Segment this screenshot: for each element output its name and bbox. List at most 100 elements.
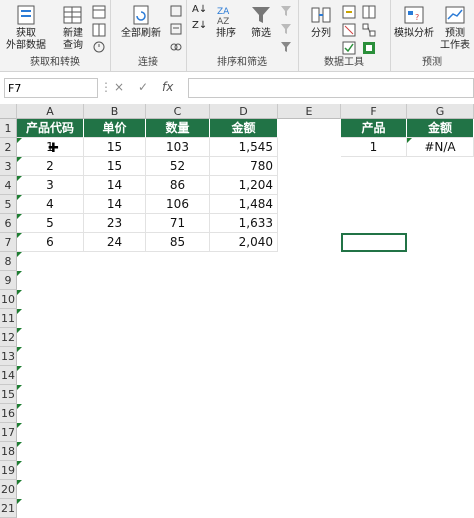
row-header-9[interactable]: 9 (0, 271, 17, 290)
from-table-icon[interactable] (92, 23, 106, 37)
cancel-icon[interactable]: × (114, 80, 124, 94)
enter-icon[interactable]: ✓ (138, 80, 148, 94)
row-header-12[interactable]: 12 (0, 328, 17, 347)
new-query-button[interactable]: 新建 查询 (56, 4, 90, 52)
table1-cell[interactable]: 5 (17, 214, 84, 233)
table1-cell[interactable]: 106 (146, 195, 210, 214)
table1-cell[interactable]: 15 (84, 138, 146, 157)
error-indicator-icon (17, 138, 22, 143)
row-header-17[interactable]: 17 (0, 423, 17, 442)
row-header-16[interactable]: 16 (0, 404, 17, 423)
row-header-15[interactable]: 15 (0, 385, 17, 404)
consolidate-icon[interactable] (362, 5, 376, 19)
table1-cell[interactable]: 23 (84, 214, 146, 233)
column-header-c[interactable]: C (146, 104, 210, 119)
row-header-2[interactable]: 2 (0, 138, 17, 157)
active-cell-selection[interactable] (341, 233, 407, 252)
recent-sources-icon[interactable] (92, 41, 106, 53)
row-header-3[interactable]: 3 (0, 157, 17, 176)
properties-icon[interactable] (170, 23, 182, 35)
table1-cell[interactable]: 24 (84, 233, 146, 252)
reapply-icon[interactable] (280, 23, 292, 35)
table1-cell[interactable]: 1,484 (210, 195, 278, 214)
table1-cell[interactable]: 71 (146, 214, 210, 233)
column-header-a[interactable]: A (17, 104, 84, 119)
column-header-b[interactable]: B (84, 104, 146, 119)
table2-header-cell[interactable]: 金额 (407, 119, 474, 138)
svg-text:?: ? (415, 13, 419, 22)
filter-funnel-icon (252, 7, 270, 23)
table1-cell[interactable]: 15 (84, 157, 146, 176)
table1-cell[interactable]: 2,040 (210, 233, 278, 252)
table1-cell[interactable]: 85 (146, 233, 210, 252)
table2-cell[interactable]: #N/A (407, 138, 474, 157)
row-header-1[interactable]: 1 (0, 119, 17, 138)
sort-za-icon[interactable]: Z↓ (192, 20, 207, 31)
sort-icon: ZAAZ (217, 7, 230, 26)
what-if-icon: ? (404, 6, 424, 24)
error-indicator-icon (407, 138, 412, 143)
table1-cell[interactable]: 86 (146, 176, 210, 195)
remove-duplicates-icon[interactable] (342, 23, 356, 37)
text-to-columns-button[interactable]: 分列 (304, 4, 338, 40)
table1-cell[interactable]: 3 (17, 176, 84, 195)
row-header-4[interactable]: 4 (0, 176, 17, 195)
get-external-data-button[interactable]: 获取 外部数据 (2, 4, 50, 52)
error-indicator-icon (17, 423, 22, 428)
sort-az-icon[interactable]: A↓ (192, 4, 207, 15)
error-indicator-icon (17, 442, 22, 447)
table1-cell[interactable]: 1,545 (210, 138, 278, 157)
table1-header-cell[interactable]: 单价 (84, 119, 146, 138)
table1-cell[interactable]: 1,204 (210, 176, 278, 195)
error-indicator-icon (17, 233, 22, 238)
table1-cell[interactable]: 780 (210, 157, 278, 176)
row-header-7[interactable]: 7 (0, 233, 17, 252)
clear-filter-icon[interactable] (280, 5, 292, 17)
formula-input[interactable] (188, 78, 474, 98)
row-header-8[interactable]: 8 (0, 252, 17, 271)
row-header-5[interactable]: 5 (0, 195, 17, 214)
group-data-tools-label: 数据工具 (324, 57, 364, 68)
table1-cell[interactable]: 52 (146, 157, 210, 176)
table2-header-cell[interactable]: 产品 (341, 119, 407, 138)
column-header-f[interactable]: F (341, 104, 407, 119)
select-all-corner[interactable] (0, 104, 17, 119)
row-header-20[interactable]: 20 (0, 480, 17, 499)
row-header-11[interactable]: 11 (0, 309, 17, 328)
advanced-filter-icon[interactable] (280, 41, 292, 53)
forecast-sheet-button[interactable]: 预测 工作表 (438, 4, 472, 52)
column-header-e[interactable]: E (278, 104, 341, 119)
table1-cell[interactable]: 14 (84, 195, 146, 214)
table1-header-cell[interactable]: 金额 (210, 119, 278, 138)
row-header-10[interactable]: 10 (0, 290, 17, 309)
table2-cell[interactable]: 1 (341, 138, 407, 157)
name-box[interactable]: F7 (4, 78, 98, 98)
table1-cell[interactable]: 4 (17, 195, 84, 214)
row-header-6[interactable]: 6 (0, 214, 17, 233)
table1-cell[interactable]: 14 (84, 176, 146, 195)
table1-header-cell[interactable]: 数量 (146, 119, 210, 138)
relationships-icon[interactable] (362, 23, 376, 37)
row-header-21[interactable]: 21 (0, 499, 17, 518)
row-header-14[interactable]: 14 (0, 366, 17, 385)
edit-links-icon[interactable] (170, 41, 182, 53)
sort-button[interactable]: ZA AZ 排序 (210, 4, 242, 40)
show-queries-icon[interactable] (92, 5, 106, 19)
name-box-dropdown-icon[interactable]: ⋮ (100, 80, 112, 94)
table1-cell[interactable]: 6 (17, 233, 84, 252)
column-header-d[interactable]: D (210, 104, 278, 119)
row-header-19[interactable]: 19 (0, 461, 17, 480)
column-header-g[interactable]: G (407, 104, 474, 119)
row-header-13[interactable]: 13 (0, 347, 17, 366)
refresh-all-button[interactable]: 全部刷新 (116, 4, 166, 40)
filter-button[interactable]: 筛选 (246, 4, 276, 40)
connections-icon[interactable] (170, 5, 182, 17)
fx-icon[interactable]: fx (162, 80, 173, 94)
table1-cell[interactable]: 2 (17, 157, 84, 176)
flash-fill-icon[interactable] (342, 5, 356, 19)
table1-header-cell[interactable]: 产品代码 (17, 119, 84, 138)
row-header-18[interactable]: 18 (0, 442, 17, 461)
table1-cell[interactable]: 1,633 (210, 214, 278, 233)
what-if-analysis-button[interactable]: ? 模拟分析 (392, 4, 436, 40)
table1-cell[interactable]: 103 (146, 138, 210, 157)
